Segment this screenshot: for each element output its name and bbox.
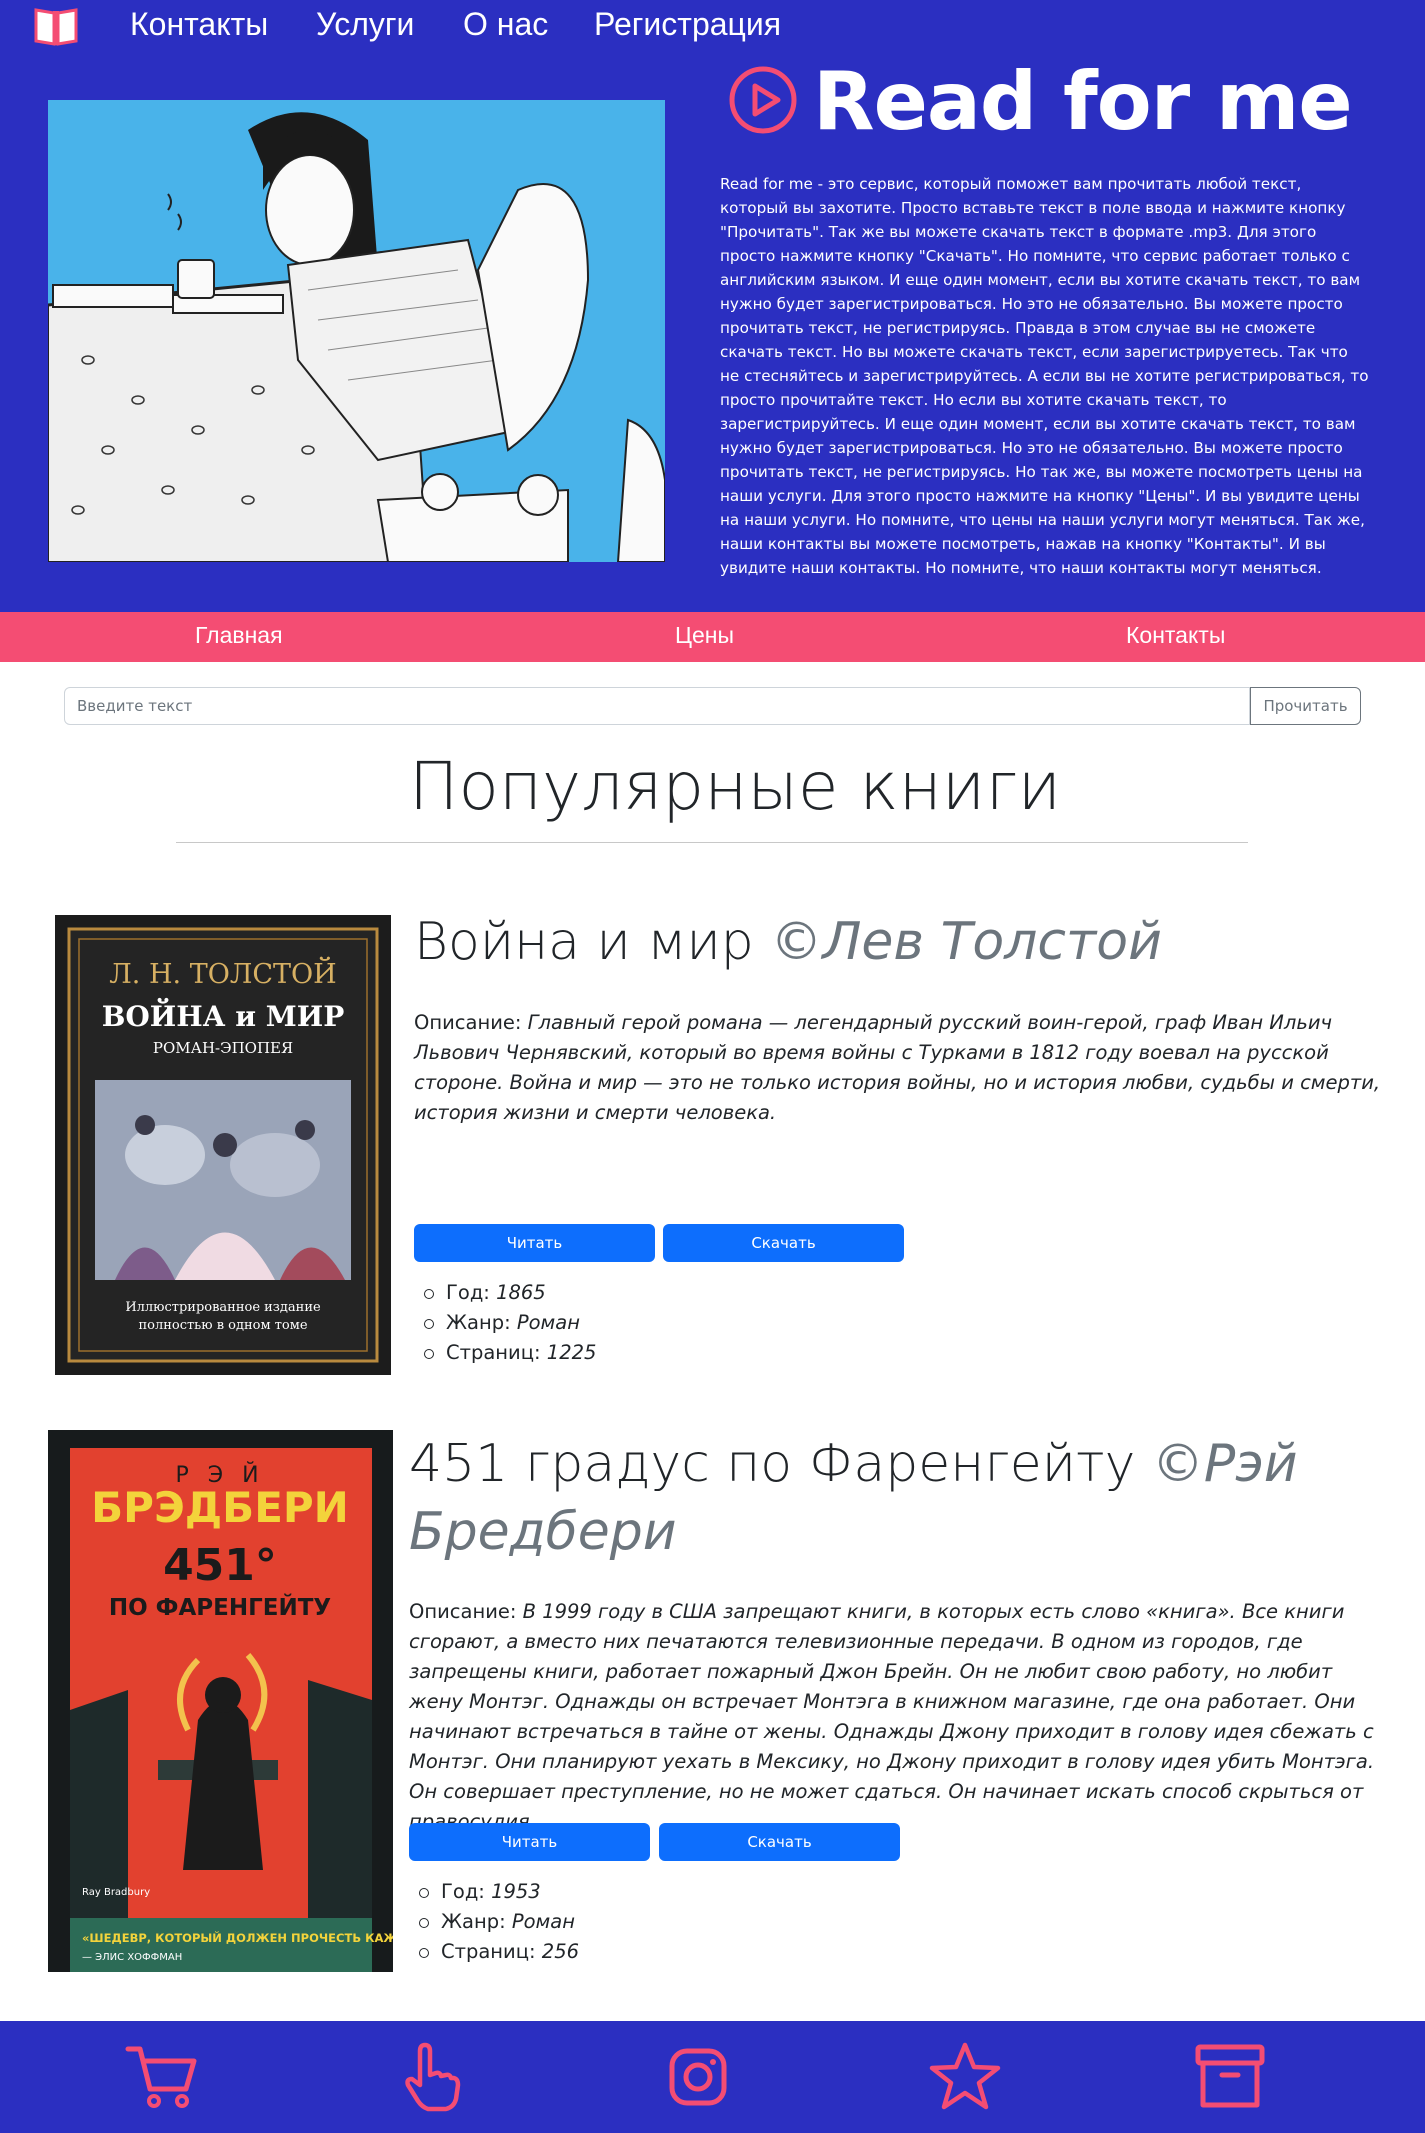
genre-value: Роман [511, 1910, 575, 1933]
archive-box-icon[interactable] [1190, 2041, 1270, 2113]
book-cover-fahrenheit-451[interactable]: Р Э Й БРЭДБЕРИ 451° ПО ФАРЕНГЕЙТУ Ray Br… [48, 1430, 393, 1972]
download-book-button[interactable]: Скачать [659, 1823, 900, 1861]
pages-value: 256 [541, 1940, 580, 1963]
cover-quote-author-text: — ЭЛИС ХОФФМАН [82, 1952, 182, 1963]
cart-icon[interactable] [122, 2041, 202, 2113]
star-icon[interactable] [925, 2041, 1005, 2113]
text-input[interactable] [64, 687, 1250, 725]
book-description: Описание: В 1999 году в США запрещают кн… [409, 1597, 1389, 1837]
year-label: Год: [446, 1281, 490, 1304]
description-label: Описание: [414, 1011, 522, 1034]
book-title: 451 градус по Фаренгейту ©Рэй Бредбери [409, 1430, 1309, 1566]
cover-signature-text: Ray Bradbury [82, 1887, 150, 1898]
year-label: Год: [441, 1880, 485, 1903]
nav-contacts-link[interactable]: Контакты [130, 6, 268, 43]
list-item: Год: 1953 [409, 1877, 579, 1907]
site-title: Read for me [813, 55, 1353, 148]
play-circle-icon[interactable] [728, 65, 798, 135]
pages-label: Страниц: [446, 1341, 541, 1364]
cover-quote-text: «ШЕДЕВР, КОТОРЫЙ ДОЛЖЕН ПРОЧЕСТЬ КАЖДЫЙ» [82, 1930, 393, 1945]
hero-header: Контакты Услуги О нас Регистрация Read f… [0, 0, 1425, 612]
cover-author-text: БРЭДБЕРИ [91, 1483, 349, 1532]
list-item: Жанр: Роман [409, 1907, 579, 1937]
pages-label: Страниц: [441, 1940, 536, 1963]
book-description: Описание: Главный герой романа — легенда… [414, 1008, 1390, 1128]
cover-title-text: ВОЙНА и МИР [102, 998, 345, 1033]
pointer-hand-icon[interactable] [390, 2041, 470, 2113]
list-item: Жанр: Роман [414, 1308, 596, 1338]
year-value: 1953 [491, 1880, 541, 1903]
book-title-text: Война и мир [414, 912, 754, 972]
subnav-prices-link[interactable]: Цены [675, 622, 734, 649]
book-cover-war-and-peace[interactable]: Л. Н. ТОЛСТОЙ ВОЙНА и МИР РОМАН-ЭПОПЕЯ И… [55, 915, 391, 1375]
read-text-button[interactable]: Прочитать [1250, 687, 1361, 725]
cover-note-text: Иллюстрированное издание [125, 1300, 321, 1315]
subnav-contacts-link[interactable]: Контакты [1126, 622, 1225, 649]
nav-about-link[interactable]: О нас [463, 6, 548, 43]
instagram-icon[interactable] [658, 2041, 738, 2113]
cover-subtitle-text: РОМАН-ЭПОПЕЯ [153, 1039, 293, 1057]
download-book-button[interactable]: Скачать [663, 1224, 904, 1262]
book-title: Война и мир ©Лев Толстой [414, 908, 1394, 976]
description-text: В 1999 году в США запрещают книги, в кот… [409, 1600, 1375, 1833]
popular-books-heading: Популярные книги [408, 748, 1062, 825]
hero-illustration [48, 100, 665, 562]
open-book-icon[interactable] [32, 4, 80, 48]
heading-divider [176, 842, 1248, 843]
read-book-button[interactable]: Читать [409, 1823, 650, 1861]
genre-value: Роман [516, 1311, 580, 1334]
description-label: Описание: [409, 1600, 517, 1623]
top-nav: Контакты Услуги О нас Регистрация [0, 0, 1425, 52]
cover-author-text: Л. Н. ТОЛСТОЙ [109, 956, 336, 990]
nav-services-link[interactable]: Услуги [316, 6, 414, 43]
nav-register-link[interactable]: Регистрация [594, 6, 781, 43]
footer [0, 2021, 1425, 2133]
book-details-list: Год: 1865 Жанр: Роман Страниц: 1225 [414, 1278, 596, 1368]
year-value: 1865 [496, 1281, 546, 1304]
pages-value: 1225 [546, 1341, 597, 1364]
list-item: Год: 1865 [414, 1278, 596, 1308]
secondary-nav: Главная Цены Контакты [0, 612, 1425, 662]
list-item: Страниц: 256 [409, 1937, 579, 1967]
description-text: Главный герой романа — легендарный русск… [414, 1011, 1381, 1124]
book-details-list: Год: 1953 Жанр: Роман Страниц: 256 [409, 1877, 579, 1967]
cover-note-text: полностью в одном томе [138, 1318, 307, 1333]
list-item: Страниц: 1225 [414, 1338, 596, 1368]
book-author: ©Лев Толстой [770, 912, 1162, 972]
genre-label: Жанр: [441, 1910, 506, 1933]
read-book-button[interactable]: Читать [414, 1224, 655, 1262]
hero-description: Read for me - это сервис, который поможе… [720, 175, 1369, 577]
subnav-home-link[interactable]: Главная [195, 622, 283, 649]
book-title-text: 451 градус по Фаренгейту [409, 1434, 1136, 1494]
genre-label: Жанр: [446, 1311, 511, 1334]
cover-subtitle-text: ПО ФАРЕНГЕЙТУ [109, 1593, 332, 1621]
cover-title-text: 451° [163, 1540, 277, 1591]
